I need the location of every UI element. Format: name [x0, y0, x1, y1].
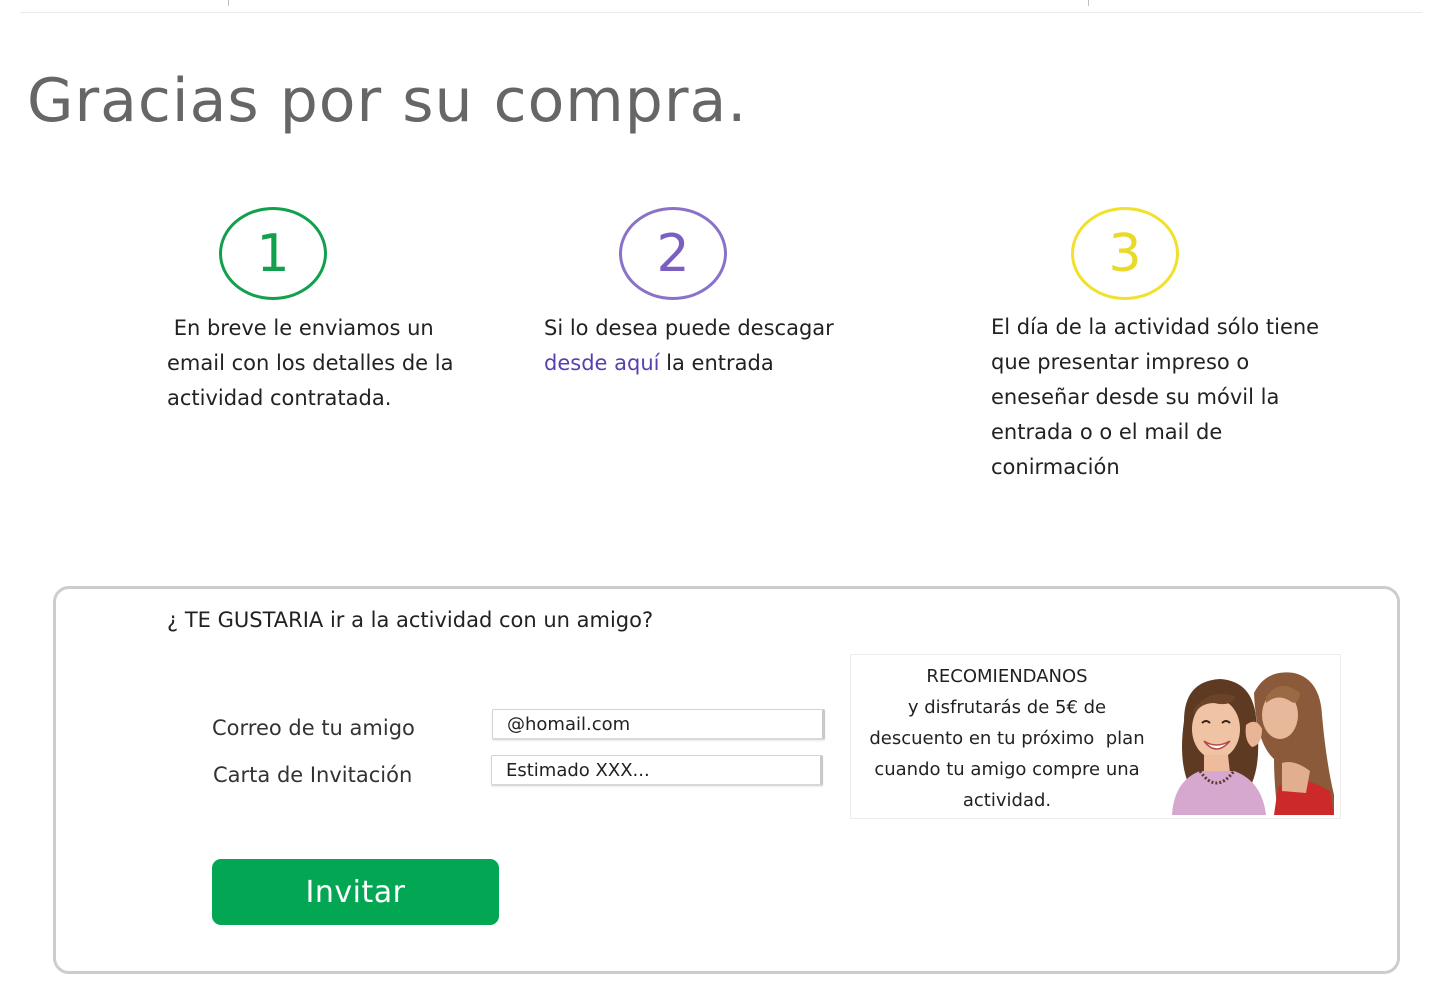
step-3-number-circle: 3 [1071, 207, 1179, 300]
friend-email-label: Correo de tu amigo [212, 716, 415, 740]
referral-promo-text: RECOMIENDANOS y disfrutarás de 5€ de des… [851, 661, 1163, 816]
invite-button[interactable]: Invitar [212, 859, 499, 925]
step-1-number-circle: 1 [219, 207, 327, 300]
step-1-description: En breve le enviamos un email con los de… [167, 316, 461, 410]
invitation-letter-label: Carta de Invitación [213, 763, 413, 787]
invitation-letter-input[interactable] [491, 755, 823, 786]
promo-line: cuando tu amigo compre una [874, 759, 1140, 780]
step-2-number-circle: 2 [619, 207, 727, 300]
invite-question: ¿ TE GUSTARIA ir a la actividad con un a… [167, 608, 654, 632]
step-3-number: 3 [1108, 223, 1142, 284]
friends-photo-illustration [1170, 663, 1336, 815]
friends-photo-icon [1170, 663, 1336, 815]
top-divider-tick [228, 0, 229, 6]
promo-line: y disfrutarás de 5€ de [907, 697, 1107, 718]
page-title: Gracias por su compra. [27, 66, 748, 136]
top-divider-tick [1088, 0, 1089, 6]
download-ticket-link[interactable]: desde aquí [544, 351, 659, 375]
step-2-text-before: Si lo desea puede descagar [544, 316, 841, 340]
friend-email-input[interactable] [492, 709, 825, 740]
step-2-number: 2 [656, 223, 690, 284]
top-divider [20, 12, 1422, 13]
referral-promo-card: RECOMIENDANOS y disfrutarás de 5€ de des… [850, 654, 1341, 819]
promo-line: RECOMIENDANOS [926, 666, 1088, 687]
step-3-description: El día de la actividad sólo tiene que pr… [991, 315, 1320, 479]
step-1-number: 1 [256, 223, 290, 284]
promo-line: descuento en tu próximo plan [869, 728, 1145, 749]
step-2-text-after: la entrada [659, 351, 774, 375]
promo-line: actividad. [962, 790, 1052, 811]
step-2-description: Si lo desea puede descagar desde aquí la… [544, 311, 874, 381]
